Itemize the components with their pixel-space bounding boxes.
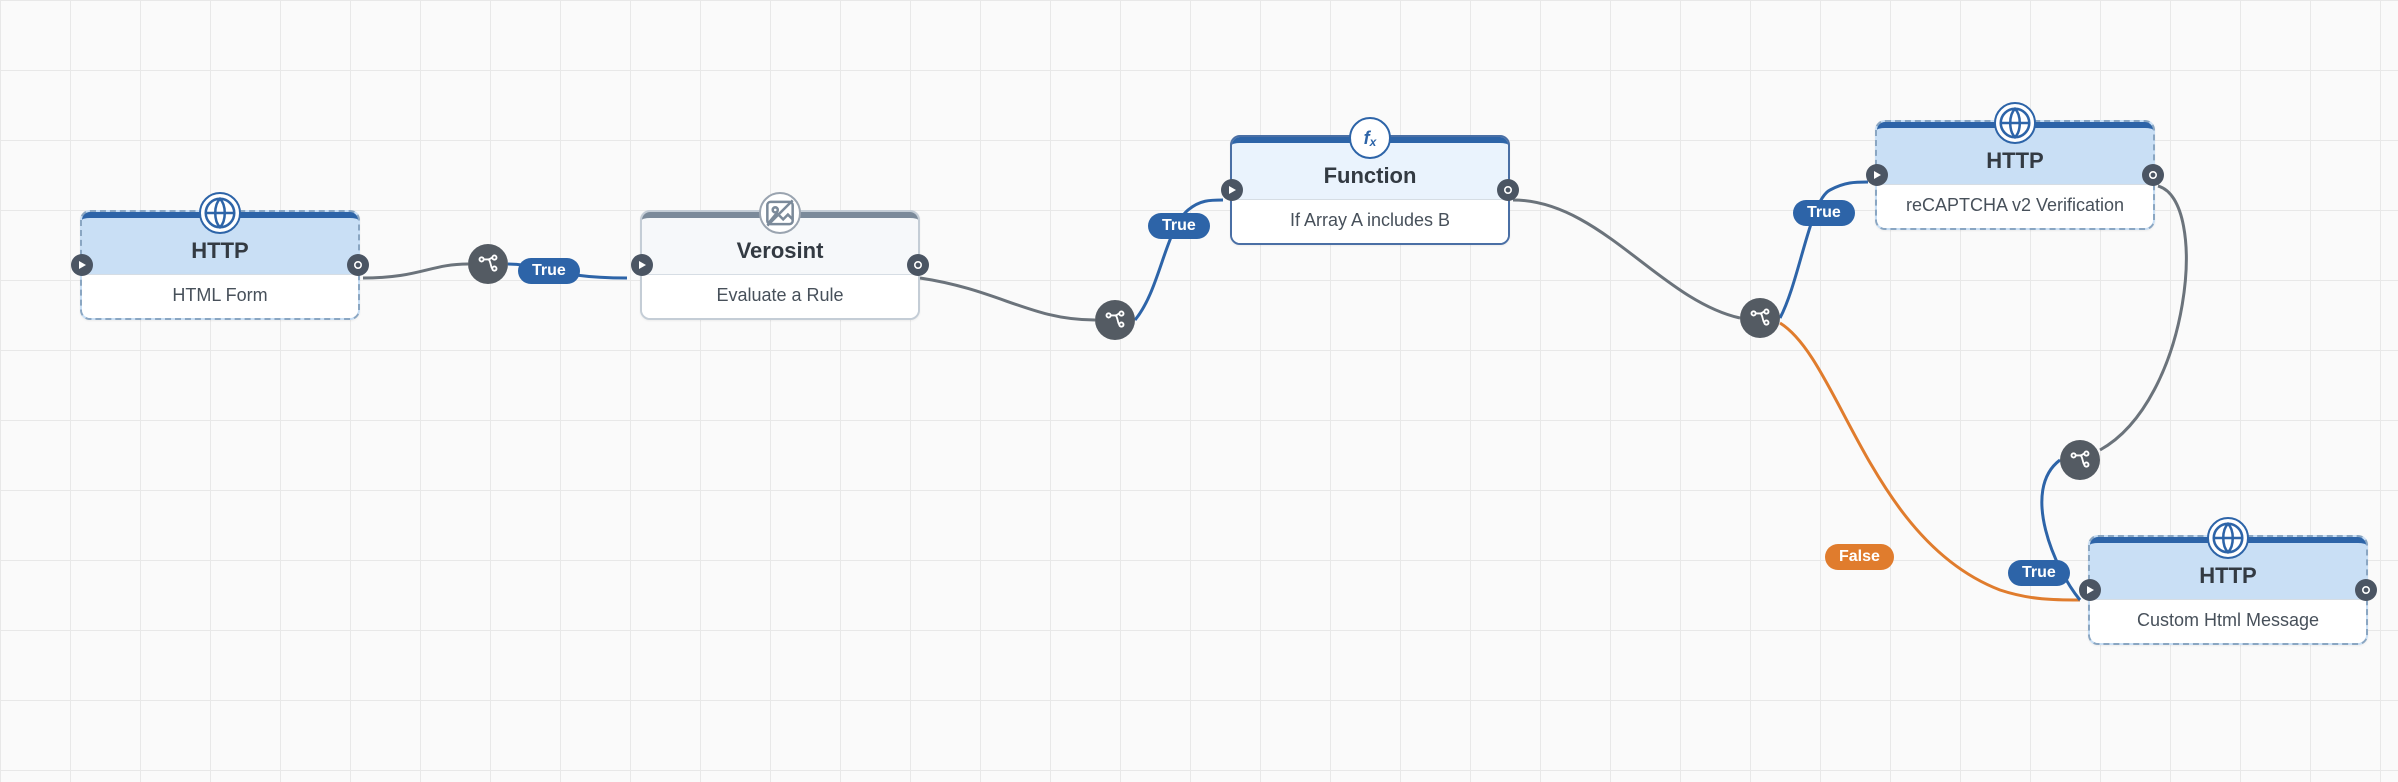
globe-icon [2207,517,2249,559]
label-true: True [2008,560,2070,586]
node-title: HTTP [1885,148,2145,174]
label-true: True [518,258,580,284]
label-false: False [1825,544,1894,570]
port-in-icon[interactable] [1866,164,1888,186]
flow-canvas[interactable]: HTTP HTML Form True Verosint Evaluate a … [0,0,2398,782]
branch-node[interactable] [468,244,508,284]
node-title: Verosint [650,238,910,264]
node-http-recaptcha[interactable]: HTTP reCAPTCHA v2 Verification [1875,120,2155,230]
node-title: HTTP [90,238,350,264]
node-http-custom[interactable]: HTTP Custom Html Message [2088,535,2368,645]
node-http-form[interactable]: HTTP HTML Form [80,210,360,320]
branch-node[interactable] [2060,440,2100,480]
port-out-icon[interactable] [2142,164,2164,186]
port-out-icon[interactable] [1497,179,1519,201]
node-subtitle: HTML Form [82,274,358,318]
node-subtitle: If Array A includes B [1232,199,1508,243]
globe-icon [199,192,241,234]
node-subtitle: Evaluate a Rule [642,274,918,318]
port-in-icon[interactable] [631,254,653,276]
label-true: True [1793,200,1855,226]
label-true: True [1148,213,1210,239]
node-verosint[interactable]: Verosint Evaluate a Rule [640,210,920,320]
edges-layer [0,0,2398,782]
node-subtitle: Custom Html Message [2090,599,2366,643]
port-out-icon[interactable] [347,254,369,276]
branch-node[interactable] [1740,298,1780,338]
port-in-icon[interactable] [1221,179,1243,201]
node-function[interactable]: fx Function If Array A includes B [1230,135,1510,245]
port-in-icon[interactable] [71,254,93,276]
image-icon [759,192,801,234]
port-out-icon[interactable] [907,254,929,276]
node-title: Function [1240,163,1500,189]
fx-icon: fx [1349,117,1391,159]
node-subtitle: reCAPTCHA v2 Verification [1877,184,2153,228]
branch-node[interactable] [1095,300,1135,340]
node-title: HTTP [2098,563,2358,589]
port-out-icon[interactable] [2355,579,2377,601]
globe-icon [1994,102,2036,144]
port-in-icon[interactable] [2079,579,2101,601]
